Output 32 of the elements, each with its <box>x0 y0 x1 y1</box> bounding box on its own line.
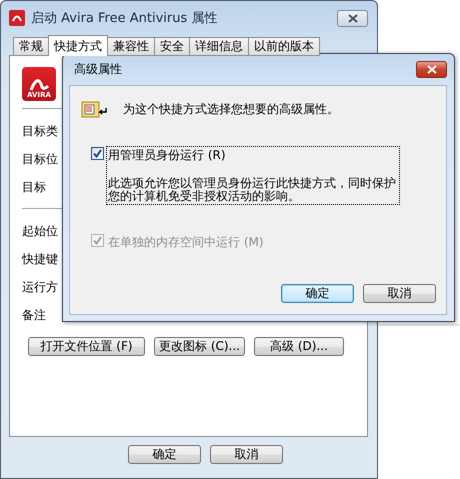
action-button[interactable]: 更改图标 (C)... <box>154 337 245 356</box>
tab[interactable]: 详细信息 <box>189 37 249 56</box>
dialog-title: 高级属性 <box>74 61 122 78</box>
dialog-button[interactable]: 取消 <box>363 284 436 303</box>
action-button[interactable]: 打开文件位置 (F) <box>28 337 145 356</box>
app-icon <box>9 10 25 26</box>
dialog-button[interactable]: 确定 <box>128 445 201 464</box>
folder-list-icon <box>81 100 107 118</box>
checkbox[interactable] <box>91 147 104 160</box>
window-title: 启动 Avira Free Antivirus 属性 <box>31 10 218 27</box>
dialog-button[interactable]: 确定 <box>281 284 354 303</box>
field-label: 备注 <box>22 307 47 324</box>
tab[interactable]: 常规 <box>13 37 49 56</box>
close-icon <box>426 65 436 74</box>
field-label: 快捷键 <box>22 251 58 268</box>
field-label: 目标类 <box>22 123 58 140</box>
field-label: 运行方 <box>22 279 58 296</box>
checkbox-label[interactable]: 用管理员身份运行 (R) <box>108 147 398 164</box>
field-label: 目标 <box>22 179 47 196</box>
tab[interactable]: 兼容性 <box>107 37 155 56</box>
dialog-button[interactable]: 取消 <box>210 445 283 464</box>
tab[interactable]: 安全 <box>154 37 190 56</box>
tab[interactable]: 以前的版本 <box>248 37 320 56</box>
tab[interactable]: 快捷方式 <box>48 35 108 56</box>
intro-text: 为这个快捷方式选择您想要的高级属性。 <box>123 100 339 118</box>
close-button[interactable] <box>416 61 447 78</box>
field-label: 目标位 <box>22 151 58 168</box>
field-label: 起始位 <box>22 223 58 240</box>
close-icon <box>348 14 358 22</box>
option-description: 此选项允许您以管理员身份运行此快捷方式，同时保护您的计算机免受非授权活动的影响。 <box>108 177 397 203</box>
close-button[interactable] <box>337 10 368 26</box>
action-button[interactable]: 高级 (D)... <box>254 337 344 356</box>
